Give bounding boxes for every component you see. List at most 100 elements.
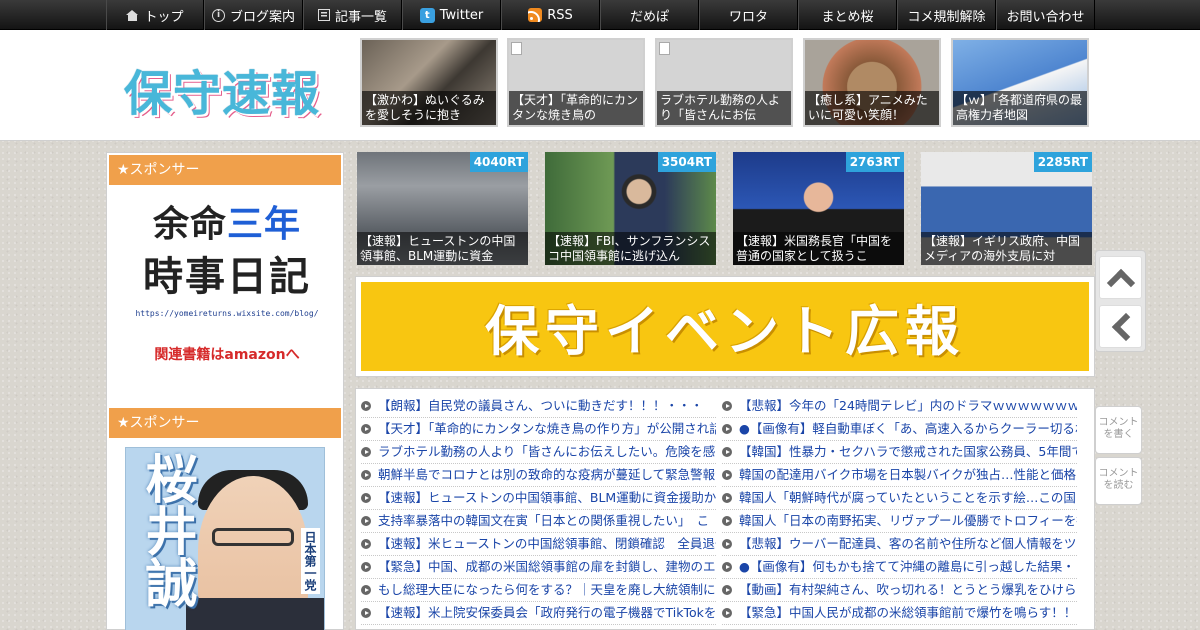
article-link[interactable]: 【悲報】今年の「24時間テレビ」内のドラマｗｗｗｗｗｗｗｗ bbox=[722, 395, 1077, 418]
sponsor-section-2: ★スポンサー bbox=[107, 406, 343, 440]
nav-item-matome-sakura[interactable]: まとめ桜 bbox=[798, 0, 897, 30]
article-link[interactable]: 【速報】米上院安保委員会「政府発行の電子機器でTikTokをダ bbox=[361, 602, 716, 625]
rt-count-badge: 3504RT bbox=[657, 152, 716, 172]
article-link[interactable]: ●【画像有】何もかも捨てて沖縄の離島に引っ越した結果・・ bbox=[722, 556, 1077, 579]
top-nav: トップ i ブログ案内 記事一覧 t Twitter RSS だめぽ ワロタ まとめ… bbox=[0, 0, 1200, 30]
article-link[interactable]: 【速報】ヒューストンの中国領事館、BLM運動に資金援助か bbox=[361, 487, 716, 510]
nav-label: ブログ案内 bbox=[229, 9, 295, 25]
nav-label: Twitter bbox=[439, 7, 484, 23]
article-link[interactable]: 【韓国】性暴力・セクハラで懲戒された国家公務員、5年間で1 bbox=[722, 441, 1077, 464]
article-column-right: 【悲報】今年の「24時間テレビ」内のドラマｗｗｗｗｗｗｗｗ ●【画像有】軽自動車… bbox=[722, 395, 1077, 625]
nav-item-blog-guide[interactable]: i ブログ案内 bbox=[204, 0, 303, 30]
back-button[interactable] bbox=[1099, 305, 1142, 348]
comment-read-button[interactable]: コメントを読む bbox=[1095, 457, 1142, 505]
nav-item-top[interactable]: トップ bbox=[106, 0, 204, 30]
rss-icon bbox=[528, 8, 543, 22]
article-link[interactable]: 【悲報】ウーバー配達員、客の名前や住所など個人情報をツイ bbox=[722, 533, 1077, 556]
article-link[interactable]: 韓国の配達用バイク市場を日本製バイクが独占…性能と価格で bbox=[722, 464, 1077, 487]
thumb-caption: 【癒し系】アニメみたいに可愛い笑顔！ bbox=[805, 91, 939, 125]
top-nav-list: トップ i ブログ案内 記事一覧 t Twitter RSS だめぽ ワロタ まとめ… bbox=[106, 0, 1095, 30]
chevron-left-icon bbox=[1111, 312, 1141, 342]
nav-item-article-list[interactable]: 記事一覧 bbox=[303, 0, 402, 30]
event-banner-text: 保守イベント広報 bbox=[485, 300, 965, 363]
rt-card-3[interactable]: 2763RT 【速報】米国務長官「中国を普通の国家として扱うこ bbox=[733, 152, 904, 265]
ad-amazon-link[interactable]: 関連書籍はamazonへ bbox=[127, 344, 327, 364]
rt-card-2[interactable]: 3504RT 【速報】FBI、サンフランシスコ中国領事館に逃げ込ん bbox=[545, 152, 716, 265]
article-link[interactable]: 朝鮮半島でコロナとは別の致命的な疫病が蔓延して緊急警報が bbox=[361, 464, 716, 487]
article-link[interactable]: ラブホテル勤務の人より「皆さんにお伝えしたい。危険を感じ bbox=[361, 441, 716, 464]
article-link[interactable]: 【動画】有村架純さん、吹っ切れる！とうとう爆乳をひけらか bbox=[722, 579, 1077, 602]
nav-label: だめぽ bbox=[629, 9, 669, 25]
ad-title-line1: 余命三年 bbox=[127, 201, 327, 249]
article-list: 【朗報】自民党の議員さん、ついに動きだす！！！・・・ 【天才】「革命的にカンタン… bbox=[355, 388, 1095, 630]
header-thumb-4[interactable]: 【癒し系】アニメみたいに可愛い笑顔！ bbox=[803, 38, 941, 127]
comment-write-button[interactable]: コメントを書く bbox=[1095, 406, 1142, 454]
rt-card-1[interactable]: 4040RT 【速報】ヒューストンの中国領事館、BLM運動に資金 bbox=[357, 152, 528, 265]
rt-caption: 【速報】米国務長官「中国を普通の国家として扱うこ bbox=[733, 232, 904, 265]
rt-count-badge: 2285RT bbox=[1033, 152, 1092, 172]
page-nav-box bbox=[1095, 250, 1146, 352]
broken-image-icon bbox=[659, 42, 670, 55]
rt-caption: 【速報】FBI、サンフランシスコ中国領事館に逃げ込ん bbox=[545, 232, 716, 265]
article-link[interactable]: 韓国人「日本の南野拓実、リヴァプール優勝でトロフィーを掲 bbox=[722, 510, 1077, 533]
thumb-caption: 【激かわ】ぬいぐるみを愛しそうに抱き bbox=[362, 91, 496, 125]
ad-party-name: 日本第一党 bbox=[301, 528, 320, 594]
article-link[interactable]: ●【画像有】軽自動車ぼく「あ、高速入るからクーラー切るね bbox=[722, 418, 1077, 441]
event-banner-inner: 保守イベント広報 bbox=[361, 282, 1089, 371]
ad-text: 三年 bbox=[227, 204, 302, 245]
thumb-caption: 【ｗ】「各都道府県の最高権力者地図 bbox=[953, 91, 1087, 125]
event-banner[interactable]: 保守イベント広報 bbox=[355, 276, 1095, 377]
scroll-top-button[interactable] bbox=[1099, 256, 1142, 299]
nav-label: 記事一覧 bbox=[334, 9, 387, 25]
article-link[interactable]: 韓国人「朝鮮時代が腐っていたということを示す絵…この国は bbox=[722, 487, 1077, 510]
nav-item-rss[interactable]: RSS bbox=[501, 0, 600, 30]
list-icon bbox=[317, 9, 330, 21]
twitter-icon: t bbox=[419, 7, 435, 23]
nav-label: トップ bbox=[144, 9, 184, 25]
article-link[interactable]: 支持率暴落中の韓国文在寅「日本との関係重視したい」 こ bbox=[361, 510, 716, 533]
article-link[interactable]: 【緊急】中国、成都の米国総領事館の扉を封鎖し、建物のエン bbox=[361, 556, 716, 579]
sponsor-ad-sakurai[interactable]: 桜井誠 日本第一党 bbox=[125, 447, 325, 630]
sponsor-heading: ★スポンサー bbox=[109, 408, 341, 438]
rt-caption: 【速報】イギリス政府、中国メディアの海外支局に対 bbox=[921, 232, 1092, 265]
sponsor-heading: ★スポンサー bbox=[109, 155, 341, 185]
ad-title-line2: 時事日記 bbox=[143, 254, 311, 300]
nav-label: RSS bbox=[547, 7, 573, 23]
ad-photo-suit bbox=[186, 598, 324, 630]
nav-label: お問い合わせ bbox=[1006, 9, 1085, 25]
site-logo[interactable]: 保守速報 bbox=[124, 54, 320, 124]
rt-caption: 【速報】ヒューストンの中国領事館、BLM運動に資金 bbox=[357, 232, 528, 265]
nav-item-twitter[interactable]: t Twitter bbox=[402, 0, 501, 30]
ad-url: https://yomeireturns.wixsite.com/blog/ bbox=[135, 309, 319, 318]
rt-count-badge: 2763RT bbox=[845, 152, 904, 172]
home-icon bbox=[126, 9, 139, 21]
nav-item-warota[interactable]: ワロタ bbox=[699, 0, 798, 30]
rt-count-badge: 4040RT bbox=[469, 152, 528, 172]
article-link[interactable]: 【速報】米ヒューストンの中国総領事館、閉鎖確認 全員退去 bbox=[361, 533, 716, 556]
header-thumb-5[interactable]: 【ｗ】「各都道府県の最高権力者地図 bbox=[951, 38, 1089, 127]
header-thumb-1[interactable]: 【激かわ】ぬいぐるみを愛しそうに抱き bbox=[360, 38, 498, 127]
sponsor-ad-yomei[interactable]: 余命三年 時事日記 https://yomeireturns.wixsite.c… bbox=[127, 201, 327, 364]
nav-label: ワロタ bbox=[728, 9, 768, 25]
broken-image-icon bbox=[511, 42, 522, 55]
header-thumb-3[interactable]: ラブホテル勤務の人より「皆さんにお伝 bbox=[655, 38, 793, 127]
ad-text: 余命 bbox=[152, 204, 227, 245]
article-link[interactable]: もし総理大臣になったら何をする？｜天皇を廃し大統領制に bbox=[361, 579, 716, 602]
thumb-caption: 【天才】「革命的にカンタンな焼き鳥の bbox=[509, 91, 643, 125]
thumb-caption: ラブホテル勤務の人より「皆さんにお伝 bbox=[657, 91, 791, 125]
site-header: 保守速報 【激かわ】ぬいぐるみを愛しそうに抱き 【天才】「革命的にカンタンな焼き… bbox=[0, 30, 1200, 141]
header-thumb-2[interactable]: 【天才】「革命的にカンタンな焼き鳥の bbox=[507, 38, 645, 127]
article-link[interactable]: 【緊急】中国人民が成都の米総領事館前で爆竹を鳴らす！！ bbox=[722, 602, 1077, 625]
nav-item-comment-unblock[interactable]: コメ規制解除 bbox=[897, 0, 996, 30]
article-link[interactable]: 【天才】「革命的にカンタンな焼き鳥の作り方」が公開され話 bbox=[361, 418, 716, 441]
nav-label: まとめ桜 bbox=[821, 9, 874, 25]
nav-item-contact[interactable]: お問い合わせ bbox=[996, 0, 1095, 30]
article-column-left: 【朗報】自民党の議員さん、ついに動きだす！！！・・・ 【天才】「革命的にカンタン… bbox=[361, 395, 716, 625]
rt-card-4[interactable]: 2285RT 【速報】イギリス政府、中国メディアの海外支局に対 bbox=[921, 152, 1092, 265]
chevron-up-icon bbox=[1106, 268, 1136, 298]
article-link[interactable]: 【朗報】自民党の議員さん、ついに動きだす！！！・・・ bbox=[361, 395, 716, 418]
nav-label: コメ規制解除 bbox=[907, 9, 986, 25]
info-icon: i bbox=[211, 8, 225, 22]
left-sidebar: ★スポンサー 余命三年 時事日記 https://yomeireturns.wi… bbox=[106, 152, 344, 630]
nav-item-damepo[interactable]: だめぽ bbox=[600, 0, 699, 30]
